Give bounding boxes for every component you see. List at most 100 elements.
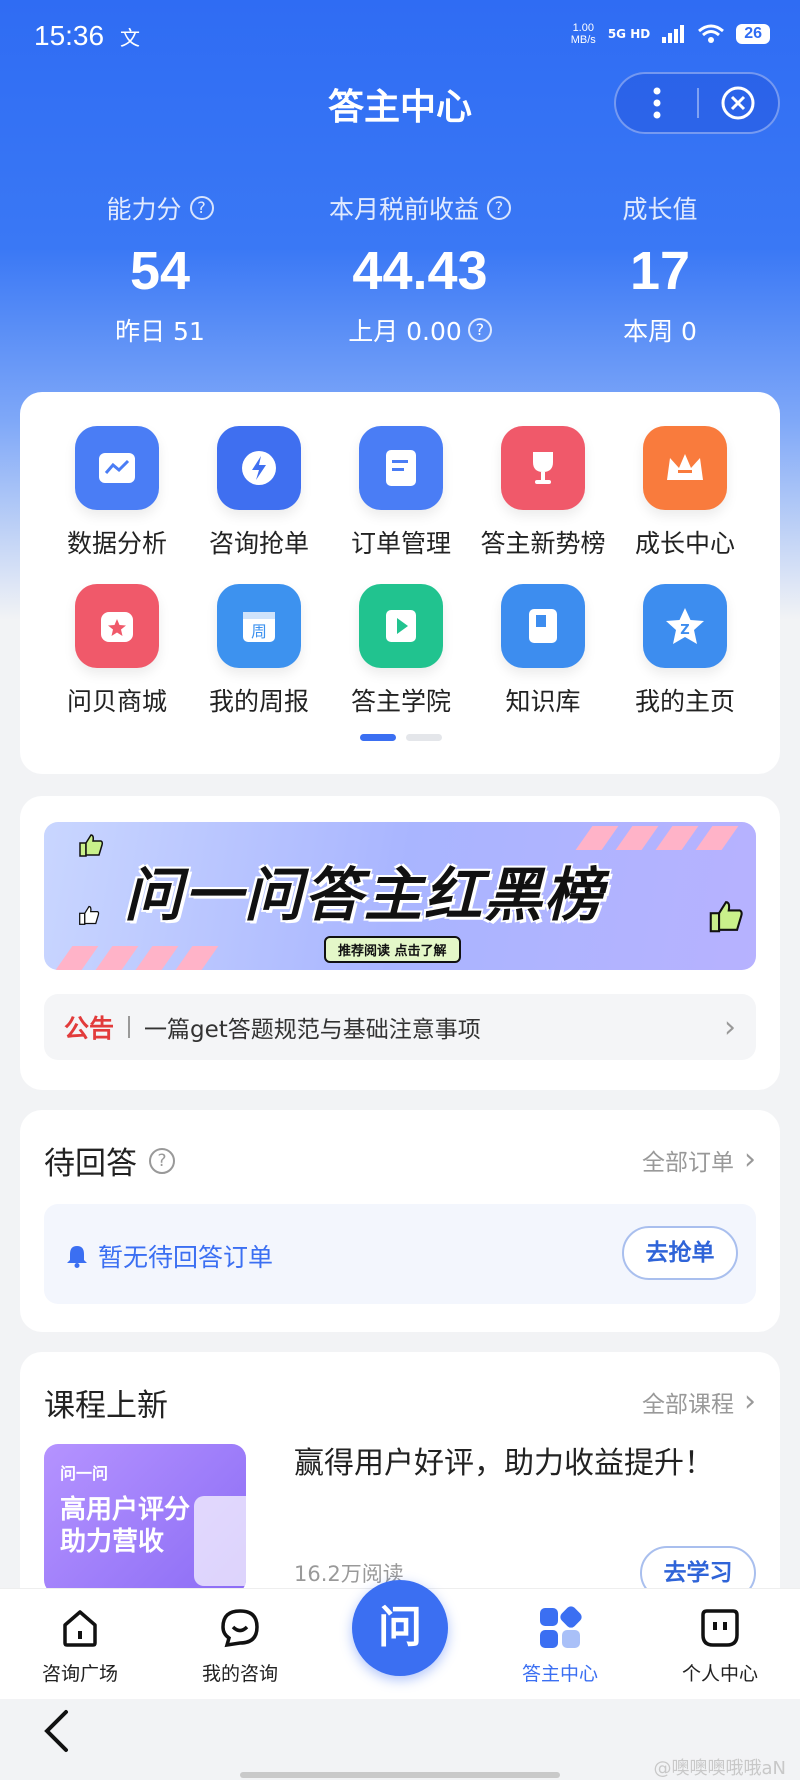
tab-answerer-center[interactable]: 答主中心	[500, 1603, 620, 1686]
more-icon	[653, 87, 660, 118]
grid-item-label: 成长中心	[634, 529, 735, 558]
banner-card: 问一问答主红黑榜 推荐阅读 点击了解 公告 一篇get答题规范与基础注意事项 ›	[20, 796, 780, 1090]
grid-item-label: 咨询抢单	[208, 529, 309, 558]
wifi-icon	[698, 24, 725, 43]
empty-message: 暂无待回答订单	[98, 1243, 274, 1272]
svg-text:周: 周	[251, 622, 267, 641]
status-time: 15:36	[34, 20, 105, 51]
calendar-icon: 周	[217, 584, 301, 668]
star-icon: Z	[643, 584, 727, 668]
document-icon	[359, 426, 443, 510]
chevron-right-icon: ›	[744, 1384, 756, 1419]
status-indicators: 1.00 MB/s 5G HD 26	[571, 22, 770, 46]
crown-icon	[643, 426, 727, 510]
grid-item-label: 我的主页	[634, 687, 735, 716]
grid-item-label: 答主学院	[350, 687, 451, 716]
grid-item-orders[interactable]: 订单管理	[336, 426, 466, 560]
grid-item-label: 知识库	[505, 687, 581, 716]
grid-item-academy[interactable]: 答主学院	[336, 584, 466, 718]
chart-icon	[75, 426, 159, 510]
tab-consult-square[interactable]: 咨询广场	[20, 1603, 140, 1686]
thumbnail-line: 助力营收	[60, 1527, 165, 1557]
promo-banner[interactable]: 问一问答主红黑榜 推荐阅读 点击了解	[44, 822, 756, 970]
shop-icon	[75, 584, 159, 668]
watermark: @噢噢噢哦哦aN	[653, 1758, 787, 1779]
grid-item-label: 问贝商城	[66, 687, 167, 716]
close-icon	[721, 86, 755, 120]
signal-icon	[662, 25, 685, 43]
grid-item-weekly-report[interactable]: 周 我的周报	[194, 584, 324, 718]
page-indicator	[360, 734, 442, 741]
help-icon[interactable]: ?	[487, 196, 511, 220]
net-speed: 1.00 MB/s	[570, 22, 596, 46]
tab-label: 答主中心	[521, 1663, 598, 1685]
stat-income[interactable]: 本月税前收益? 44.43 上月 0.00?	[300, 190, 540, 348]
grid-item-grab-orders[interactable]: 咨询抢单	[194, 426, 324, 560]
profile-icon	[660, 1603, 780, 1653]
home-icon	[20, 1603, 140, 1653]
close-button[interactable]	[699, 85, 778, 121]
notice-text: 一篇get答题规范与基础注意事项	[144, 1017, 481, 1043]
stat-ability[interactable]: 能力分? 54 昨日 51	[60, 190, 260, 348]
grid-item-label: 订单管理	[350, 529, 451, 558]
stat-sub: 昨日 51	[115, 317, 205, 346]
chevron-left-icon	[44, 1710, 68, 1752]
chevron-right-icon: ›	[744, 1142, 756, 1177]
stat-value: 44.43	[352, 241, 488, 301]
banner-title: 问一问答主红黑榜	[124, 861, 605, 929]
section-title: 待回答	[44, 1146, 137, 1182]
all-courses-link[interactable]: 全部课程 ›	[642, 1384, 756, 1419]
status-bar: 15:36 文 1.00 MB/s 5G HD 26	[0, 0, 800, 72]
stat-label: 本月税前收益	[328, 195, 479, 224]
thumbnail-line: 高用户评分	[60, 1495, 191, 1525]
mini-program-capsule	[614, 72, 780, 134]
stat-growth[interactable]: 成长值 17 本周 0	[560, 190, 760, 348]
stat-label: 能力分	[106, 195, 182, 224]
network-type: 5G HD	[607, 27, 651, 41]
battery-indicator: 26	[736, 24, 770, 44]
page-dot-active	[360, 734, 396, 741]
grid-item-knowledge-base[interactable]: 知识库	[478, 584, 608, 718]
section-title: 课程上新	[44, 1388, 168, 1424]
tab-label: 咨询广场	[41, 1663, 118, 1685]
notice-bar[interactable]: 公告 一篇get答题规范与基础注意事项 ›	[44, 994, 756, 1060]
thumbs-up-icon	[708, 898, 744, 940]
all-orders-link[interactable]: 全部订单 ›	[642, 1142, 756, 1177]
grid-item-shop[interactable]: 问贝商城	[52, 584, 182, 718]
ask-button[interactable]: 问	[352, 1580, 448, 1676]
stat-value: 17	[629, 241, 691, 301]
stat-value: 54	[129, 241, 191, 301]
trophy-icon	[501, 426, 585, 510]
grid-item-data-analysis[interactable]: 数据分析	[52, 426, 182, 560]
tab-profile[interactable]: 个人中心	[660, 1603, 780, 1686]
course-thumbnail[interactable]: 问一问 高用户评分 助力营收	[44, 1444, 246, 1594]
feature-grid: 数据分析 咨询抢单 订单管理 答主新势榜 成长中心 问贝商城 周 我的周报 答主…	[20, 392, 780, 774]
lightning-icon	[217, 426, 301, 510]
banner-pill[interactable]: 推荐阅读 点击了解	[324, 936, 461, 963]
grid-item-growth-center[interactable]: 成长中心	[620, 426, 750, 560]
tab-label: 我的咨询	[201, 1663, 278, 1685]
grid-item-homepage[interactable]: Z 我的主页	[620, 584, 750, 718]
thumbs-up-icon	[78, 904, 100, 932]
page-dot	[406, 734, 442, 741]
grab-order-button[interactable]: 去抢单	[622, 1226, 738, 1280]
more-button[interactable]	[616, 86, 697, 121]
document-icon	[194, 1496, 246, 1586]
tab-label: 个人中心	[681, 1663, 758, 1685]
svg-text:Z: Z	[680, 623, 689, 638]
help-icon[interactable]: ?	[189, 196, 214, 220]
grid-item-rankings[interactable]: 答主新势榜	[478, 426, 608, 560]
translate-icon: 文	[120, 26, 140, 50]
thumbnail-brand: 问一问	[60, 1464, 109, 1483]
course-title[interactable]: 赢得用户好评，助力收益提升！	[294, 1444, 734, 1484]
back-button[interactable]	[42, 1708, 70, 1758]
help-icon[interactable]: ?	[149, 1147, 175, 1174]
notice-divider	[128, 1016, 131, 1038]
grid-item-label: 数据分析	[66, 529, 167, 558]
pending-section: 待回答 ? 全部订单 › 暂无待回答订单 去抢单	[20, 1110, 780, 1332]
tab-my-consults[interactable]: 我的咨询	[180, 1603, 300, 1686]
stat-label: 成长值	[622, 195, 698, 224]
help-icon[interactable]: ?	[467, 318, 492, 342]
stat-sub: 本周 0	[623, 317, 697, 346]
home-indicator[interactable]	[240, 1772, 560, 1778]
